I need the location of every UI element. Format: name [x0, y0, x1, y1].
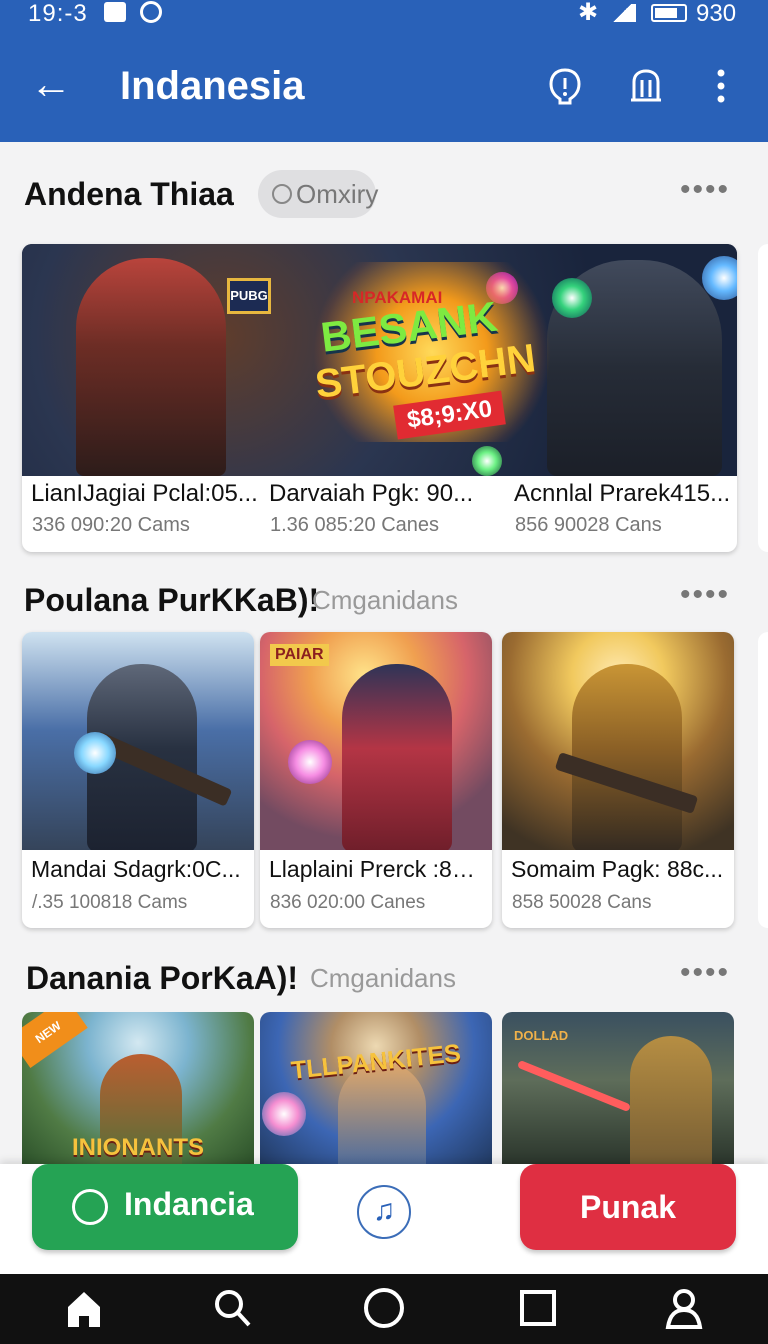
- card-logo: INIONANTS: [72, 1134, 204, 1161]
- sync-icon: [140, 1, 162, 23]
- new-badge: NEW: [22, 1012, 88, 1068]
- section-title: Andena Thiaa: [24, 176, 234, 212]
- energy-orb-icon: [74, 732, 116, 774]
- section-subtitle[interactable]: Cmganidans: [312, 585, 458, 616]
- gem-icon: [472, 446, 502, 476]
- primary-action-label: Indancia: [124, 1186, 254, 1222]
- banner-caption-title: Acnnlal Prarek415...: [514, 480, 731, 507]
- card-logo: PAIAR: [270, 644, 329, 666]
- heroine-figure: [76, 258, 226, 476]
- app-bar: 19:-3 ✱ 930 ← Indanesia: [0, 0, 768, 142]
- card-logo: DOLLAD: [514, 1028, 569, 1043]
- game-card[interactable]: NEW INIONANTS: [22, 1012, 254, 1182]
- card-meta: /.35 100818 Cams: [32, 892, 188, 913]
- battery-icon: [651, 4, 687, 22]
- character-group-figure: [100, 1054, 182, 1182]
- laser-icon: [516, 1059, 632, 1113]
- game-card[interactable]: Mandai Sdagrk:0C... /.35 100818 Cams: [22, 632, 254, 928]
- game-card[interactable]: PAIAR Llaplaini Prerck :80... 836 020:00…: [260, 632, 492, 928]
- secondary-action-button[interactable]: Punak: [520, 1164, 736, 1250]
- status-time: 19:-3: [28, 0, 88, 27]
- next-banner-peek[interactable]: [758, 244, 768, 552]
- shield-check-icon: [72, 1189, 108, 1225]
- battery-level: 930: [696, 0, 737, 27]
- more-horizontal-icon[interactable]: ••••: [680, 175, 728, 205]
- chip-label: Omxiry: [296, 179, 379, 209]
- primary-action-button[interactable]: Indancia: [32, 1164, 298, 1250]
- energy-orb-icon: [262, 1092, 306, 1136]
- game-card[interactable]: Somaim Pagk: 88c... 858 50028 Cans: [502, 632, 734, 928]
- store-icon[interactable]: [626, 66, 666, 106]
- page-title: Indanesia: [120, 64, 305, 108]
- card-title: Llaplaini Prerck :80...: [269, 856, 484, 882]
- golden-knight-figure: [572, 664, 682, 850]
- heroine-figure: [342, 664, 452, 850]
- music-icon[interactable]: ♫: [357, 1185, 411, 1239]
- game-logo: PUBG: [227, 278, 271, 314]
- more-horizontal-icon[interactable]: ••••: [680, 958, 728, 988]
- chip-icon: [272, 184, 292, 204]
- banner-caption-title: LianIJagiai Pclal:05...: [31, 480, 258, 507]
- back-arrow-icon[interactable]: ←: [30, 63, 72, 106]
- home-icon[interactable]: [58, 1282, 110, 1334]
- navigation-bar: [0, 1274, 768, 1344]
- energy-orb-icon: [288, 740, 332, 784]
- featured-banner[interactable]: PUBG NPAKAMAI BESANK STOUZCHN $8;9:X0 Li…: [22, 244, 737, 552]
- price-tag: $8;9:X0: [393, 390, 507, 440]
- section-title: Poulana PurKKaB)!: [24, 582, 320, 618]
- section-subtitle[interactable]: Cmganidans: [310, 963, 456, 994]
- card-artwork: [502, 632, 734, 850]
- more-horizontal-icon[interactable]: ••••: [680, 580, 728, 610]
- alert-icon[interactable]: [545, 66, 585, 106]
- banner-artwork: PUBG NPAKAMAI BESANK STOUZCHN $8;9:X0: [22, 244, 737, 476]
- filter-chip[interactable]: Omxiry: [258, 170, 379, 218]
- banner-caption-meta: 1.36 085:20 Canes: [270, 514, 440, 536]
- banner-caption-meta: 856 90028 Cans: [515, 514, 662, 536]
- gem-icon: [552, 278, 592, 318]
- card-artwork: PAIAR: [260, 632, 492, 850]
- signal-icon: [608, 4, 636, 22]
- profile-icon[interactable]: [658, 1282, 710, 1334]
- square-icon[interactable]: [512, 1282, 564, 1334]
- banner-caption-meta: 336 090:20 Cams: [32, 514, 190, 536]
- circle-icon[interactable]: [358, 1282, 410, 1334]
- bluetooth-icon: ✱: [578, 0, 599, 26]
- card-meta: 858 50028 Cans: [512, 892, 652, 913]
- notification-icon: [104, 2, 126, 22]
- gold-warrior-figure: [630, 1036, 712, 1182]
- card-title: Somaim Pagk: 88c...: [511, 856, 724, 882]
- next-card-peek[interactable]: [758, 632, 768, 928]
- banner-headline: BESANK STOUZCHN: [307, 292, 538, 408]
- game-card[interactable]: TLLPANKITES: [260, 1012, 492, 1182]
- more-vert-icon[interactable]: [701, 66, 741, 106]
- search-icon[interactable]: [206, 1282, 258, 1334]
- status-bar: 19:-3 ✱ 930: [0, 0, 768, 30]
- banner-caption-title: Darvaiah Pgk: 90...: [269, 480, 474, 507]
- section-title: Danania PorKaA)!: [26, 960, 299, 996]
- card-meta: 836 020:00 Canes: [270, 892, 426, 913]
- card-artwork: [22, 632, 254, 850]
- game-card[interactable]: DOLLAD: [502, 1012, 734, 1182]
- card-title: Mandai Sdagrk:0C...: [31, 856, 241, 882]
